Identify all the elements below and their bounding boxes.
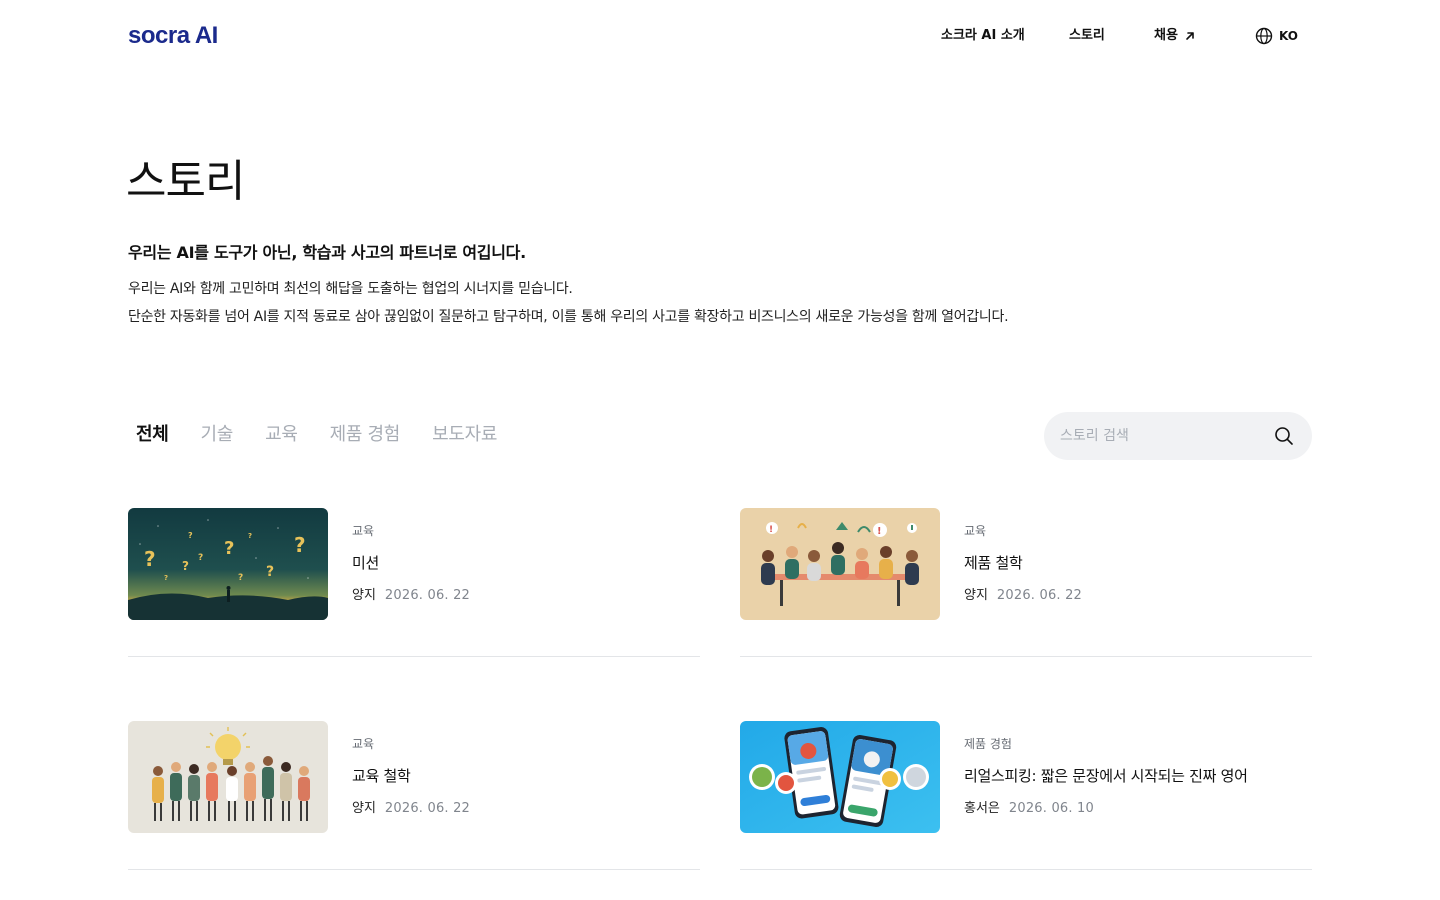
tab-all[interactable]: 전체 <box>136 420 169 450</box>
story-thumbnail-question-marks: ? ? ? ? ? ? ? ? ? ? <box>128 508 328 620</box>
language-label: KO <box>1279 29 1298 43</box>
story-meta: 양지 2026. 06. 22 <box>352 800 470 818</box>
story-title: 제품 철학 <box>964 554 1023 572</box>
svg-text:?: ? <box>238 573 243 583</box>
svg-text:?: ? <box>224 538 234 559</box>
svg-text:?: ? <box>164 574 168 582</box>
tab-tech[interactable]: 기술 <box>201 420 234 450</box>
story-card[interactable]: ? ? ? ? ? ? ? ? ? ? 교육 미션 양지 2026. 06. 2… <box>128 508 700 657</box>
search-icon <box>1275 427 1293 445</box>
story-author: 양지 <box>964 588 988 603</box>
intro-description-line2: 단순한 자동화를 넘어 AI를 지적 동료로 삼아 끊임없이 질문하고 탐구하며… <box>128 309 1009 325</box>
story-title: 미션 <box>352 554 380 572</box>
story-author: 양지 <box>352 588 376 603</box>
story-title: 교육 철학 <box>352 767 411 785</box>
svg-text:?: ? <box>188 531 193 540</box>
story-meta: 홍서은 2026. 06. 10 <box>964 800 1094 818</box>
search-box <box>1044 412 1312 460</box>
site-header: socra AI 소크라 AI 소개 스토리 채용 KO <box>0 0 1440 72</box>
intro-lead: 우리는 AI를 도구가 아닌, 학습과 사고의 파트너로 여깁니다. <box>128 243 526 262</box>
story-category: 제품 경험 <box>964 737 1012 751</box>
nav-jobs-label: 채용 <box>1154 28 1178 43</box>
story-category: 교육 <box>352 524 375 538</box>
story-author: 홍서은 <box>964 801 1000 816</box>
story-author: 양지 <box>352 801 376 816</box>
page-title: 스토리 <box>126 156 245 207</box>
story-category: 교육 <box>964 524 987 538</box>
svg-text:?: ? <box>248 532 252 540</box>
svg-text:?: ? <box>144 547 156 571</box>
story-category: 교육 <box>352 737 375 751</box>
nav-story-link[interactable]: 스토리 <box>1069 26 1105 46</box>
svg-text:?: ? <box>198 553 203 563</box>
category-tabs: 전체 기술 교육 제품 경험 보도자료 <box>136 420 529 450</box>
svg-text:?: ? <box>266 564 274 580</box>
story-date: 2026. 06. 22 <box>996 588 1083 603</box>
story-card[interactable]: 교육 교육 철학 양지 2026. 06. 22 <box>128 721 700 870</box>
intro-description-line1: 우리는 AI와 함께 고민하며 최선의 해답을 도출하는 협업의 시너지를 믿습… <box>128 281 573 297</box>
logo[interactable]: socra AI <box>128 22 218 50</box>
external-arrow-icon <box>1186 32 1194 40</box>
story-thumbnail-lightbulb-crowd <box>128 721 328 833</box>
tab-press[interactable]: 보도자료 <box>432 420 497 450</box>
story-card[interactable]: 제품 경험 리얼스피킹: 짧은 문장에서 시작되는 진짜 영어 홍서은 2026… <box>740 721 1312 870</box>
story-title: 리얼스피킹: 짧은 문장에서 시작되는 진짜 영어 <box>964 767 1248 785</box>
svg-text:!: ! <box>877 526 882 537</box>
search-input[interactable] <box>1060 412 1260 460</box>
globe-icon <box>1255 27 1273 45</box>
story-thumbnail-app-phones <box>740 721 940 833</box>
svg-text:?: ? <box>182 559 189 573</box>
nav-about-link[interactable]: 소크라 AI 소개 <box>941 26 1025 46</box>
story-thumbnail-team-meeting: ! ! <box>740 508 940 620</box>
svg-text:!: ! <box>769 525 773 535</box>
story-card[interactable]: ! ! 교육 제품 철학 양지 2026. 06. 22 <box>740 508 1312 657</box>
story-meta: 양지 2026. 06. 22 <box>964 587 1082 605</box>
story-date: 2026. 06. 10 <box>1008 801 1094 816</box>
tab-product-experience[interactable]: 제품 경험 <box>330 420 401 450</box>
story-date: 2026. 06. 22 <box>384 588 471 603</box>
svg-text:?: ? <box>294 533 306 557</box>
search-button[interactable] <box>1273 425 1295 447</box>
story-date: 2026. 06. 22 <box>384 801 471 816</box>
story-meta: 양지 2026. 06. 22 <box>352 587 470 605</box>
nav-jobs-link[interactable]: 채용 <box>1154 26 1196 46</box>
language-switcher[interactable]: KO <box>1255 26 1298 46</box>
tab-education[interactable]: 교육 <box>265 420 298 450</box>
